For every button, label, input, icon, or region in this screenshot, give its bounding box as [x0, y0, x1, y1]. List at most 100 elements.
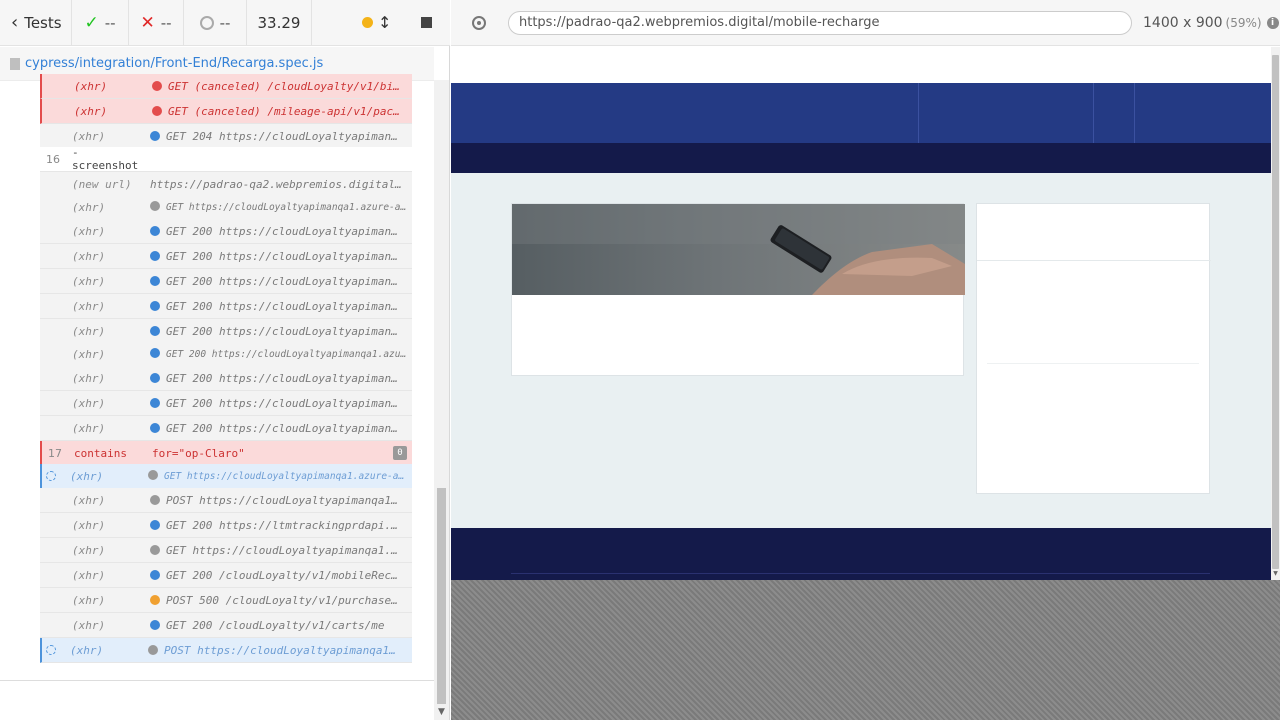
- command-name: (xhr): [72, 347, 106, 361]
- status-dot-icon: [150, 372, 160, 383]
- nav-divider: [918, 83, 919, 143]
- passed-count: ✓ --: [72, 0, 129, 46]
- command-name: - screenshot: [72, 146, 139, 172]
- footer-divider: [511, 573, 1210, 574]
- card-divider: [987, 363, 1199, 364]
- command-message-text: GET 200 https://cloudLoyaltyapiman…: [166, 421, 398, 435]
- command-message: POST https://cloudLoyaltyapimanqa1…: [148, 644, 412, 657]
- command-message: GET 200 https://cloudLoyaltyapimanqa1.az…: [150, 348, 412, 360]
- command-row[interactable]: (xhr) GET 200 https://cloudLoyaltyapiman…: [40, 244, 412, 269]
- status-dot-icon: [150, 250, 160, 261]
- selector-playground-icon[interactable]: [472, 15, 486, 30]
- command-name: (xhr): [72, 200, 106, 214]
- command-row[interactable]: (xhr) GET 200 /cloudLoyalty/v1/mobileRec…: [40, 563, 412, 588]
- command-name: (xhr): [72, 593, 106, 607]
- command-log-scrollbar[interactable]: ▼: [434, 80, 449, 720]
- file-icon: [10, 57, 20, 70]
- command-row[interactable]: (xhr) GET 200 https://cloudLoyaltyapiman…: [40, 416, 412, 441]
- command-row[interactable]: (xhr) POST 500 /cloudLoyalty/v1/purchase…: [40, 588, 412, 613]
- command-row[interactable]: (xhr) GET (canceled) /cloudLoyalty/v1/bi…: [40, 74, 412, 99]
- check-icon: ✓: [84, 12, 99, 33]
- command-message-text: GET (canceled) /cloudLoyalty/v1/bi…: [168, 79, 400, 93]
- status-dot-icon: [150, 225, 160, 236]
- command-number: 16: [46, 152, 60, 166]
- hero-image: [512, 204, 965, 295]
- stop-icon[interactable]: [421, 17, 433, 28]
- command-row[interactable]: (xhr) GET https://cloudLoyaltyapimanqa1.a…: [40, 464, 412, 489]
- aut-header: https://padrao-qa2.webpremios.digital/mo…: [451, 0, 1280, 46]
- command-name: (xhr): [72, 518, 106, 532]
- command-message-text: GET 200 /cloudLoyalty/v1/mobileRec…: [166, 568, 398, 582]
- chevron-left-icon: ‹: [11, 12, 19, 33]
- auto-scroll-icon[interactable]: ↕: [378, 13, 391, 32]
- command-row[interactable]: (xhr) GET https://cloudLoyaltyapimanqa1.a…: [40, 195, 412, 220]
- tests-button[interactable]: ‹ Tests: [0, 0, 72, 46]
- command-row[interactable]: (xhr) GET (canceled) /mileage-api/v1/pac…: [40, 99, 412, 124]
- command-row[interactable]: (xhr) GET 200 https://cloudLoyaltyapiman…: [40, 269, 412, 294]
- command-row[interactable]: 17 contains for="op-Claro" 0: [40, 441, 412, 466]
- command-row[interactable]: (xhr) GET 200 https://cloudLoyaltyapiman…: [40, 219, 412, 244]
- viewport-scale: (59%): [1225, 15, 1262, 30]
- status-dot-icon: [150, 569, 160, 580]
- command-name: (xhr): [72, 224, 106, 238]
- command-row[interactable]: 16 - screenshot: [40, 146, 412, 172]
- command-message: GET 200 /cloudLoyalty/v1/mobileRec…: [150, 569, 412, 582]
- command-row[interactable]: (xhr) GET https://cloudLoyaltyapimanqa1.…: [40, 538, 412, 563]
- info-icon[interactable]: i: [1266, 16, 1279, 29]
- command-message-text: POST https://cloudLoyaltyapimanqa1…: [164, 643, 396, 657]
- card-divider: [977, 260, 1211, 261]
- spec-path-link[interactable]: cypress/integration/Front-End/Recarga.sp…: [25, 56, 323, 71]
- aut-scroll-down-icon[interactable]: ▼: [1271, 570, 1280, 580]
- command-row[interactable]: (xhr) GET 200 https://ltmtrackingprdapi.…: [40, 513, 412, 538]
- command-row[interactable]: (xhr) GET 200 https://cloudLoyaltyapiman…: [40, 391, 412, 416]
- command-log-panel: ‹ Tests ✓ -- ✕ -- -- 33.29 ↕ cypress/int…: [0, 0, 450, 720]
- command-message-text: GET 200 https://cloudLoyaltyapiman…: [166, 249, 398, 263]
- status-dot-icon: [148, 470, 158, 480]
- pending-count: --: [184, 0, 247, 46]
- command-message: GET 200 https://cloudLoyaltyapiman…: [150, 250, 412, 263]
- failed-value: --: [160, 13, 172, 32]
- command-message-text: GET 200 https://cloudLoyaltyapiman…: [166, 396, 398, 410]
- command-row[interactable]: (xhr) GET 200 /cloudLoyalty/v1/carts/me: [40, 613, 412, 638]
- run-controls: ↕: [312, 0, 450, 46]
- command-name: (xhr): [72, 299, 106, 313]
- command-message-text: for="op-Claro": [152, 446, 245, 460]
- command-row[interactable]: (xhr) POST https://cloudLoyaltyapimanqa1…: [40, 488, 412, 513]
- command-name: (new url): [72, 177, 132, 191]
- divider: [0, 680, 434, 681]
- command-name: (xhr): [70, 469, 104, 483]
- command-message-text: GET 200 https://ltmtrackingprdapi.…: [166, 518, 398, 532]
- app-under-test-frame: [451, 47, 1271, 580]
- command-row[interactable]: (xhr) GET 200 https://cloudLoyaltyapiman…: [40, 319, 412, 344]
- circle-icon: [199, 15, 214, 30]
- url-bar[interactable]: https://padrao-qa2.webpremios.digital/mo…: [508, 10, 1132, 35]
- x-icon: ✕: [140, 12, 155, 33]
- command-name: (xhr): [72, 421, 106, 435]
- status-dot-icon: [150, 519, 160, 530]
- scroll-thumb[interactable]: [437, 488, 446, 704]
- command-row[interactable]: (xhr) GET 200 https://cloudLoyaltyapimanq…: [40, 342, 412, 367]
- aut-scrollbar[interactable]: [1271, 47, 1280, 580]
- status-dot-icon: [150, 130, 160, 141]
- command-message-text: GET https://cloudLoyaltyapimanqa1.azure-…: [166, 202, 407, 213]
- command-row[interactable]: (xhr) GET 200 https://cloudLoyaltyapiman…: [40, 294, 412, 319]
- nav-divider: [1093, 83, 1094, 143]
- tests-label: Tests: [24, 13, 62, 32]
- status-dot-icon: [150, 422, 160, 433]
- pending-value: --: [219, 13, 231, 32]
- recharge-card: [511, 203, 965, 376]
- command-row[interactable]: (new url) https://padrao-qa2.webpremios.d…: [40, 172, 412, 197]
- command-message-text: GET 200 https://cloudLoyaltyapiman…: [166, 324, 398, 338]
- site-nav: [451, 83, 1271, 143]
- command-message-text: POST 500 /cloudLoyalty/v1/purchase…: [166, 593, 398, 607]
- status-dot-icon: [150, 594, 160, 605]
- command-row[interactable]: (xhr) POST https://cloudLoyaltyapimanqa1…: [40, 638, 412, 663]
- viewport-size: 1400 x 900 (59%): [1143, 15, 1262, 31]
- command-message: GET https://cloudLoyaltyapimanqa1.…: [150, 544, 412, 557]
- aut-scroll-thumb[interactable]: [1272, 55, 1279, 569]
- scroll-down-icon[interactable]: ▼: [434, 705, 449, 720]
- command-row[interactable]: (xhr) GET 200 https://cloudLoyaltyapiman…: [40, 366, 412, 391]
- command-message: https://padrao-qa2.webpremios.digital…: [150, 178, 412, 191]
- status-dot-icon: [150, 544, 160, 555]
- command-name: (xhr): [72, 249, 106, 263]
